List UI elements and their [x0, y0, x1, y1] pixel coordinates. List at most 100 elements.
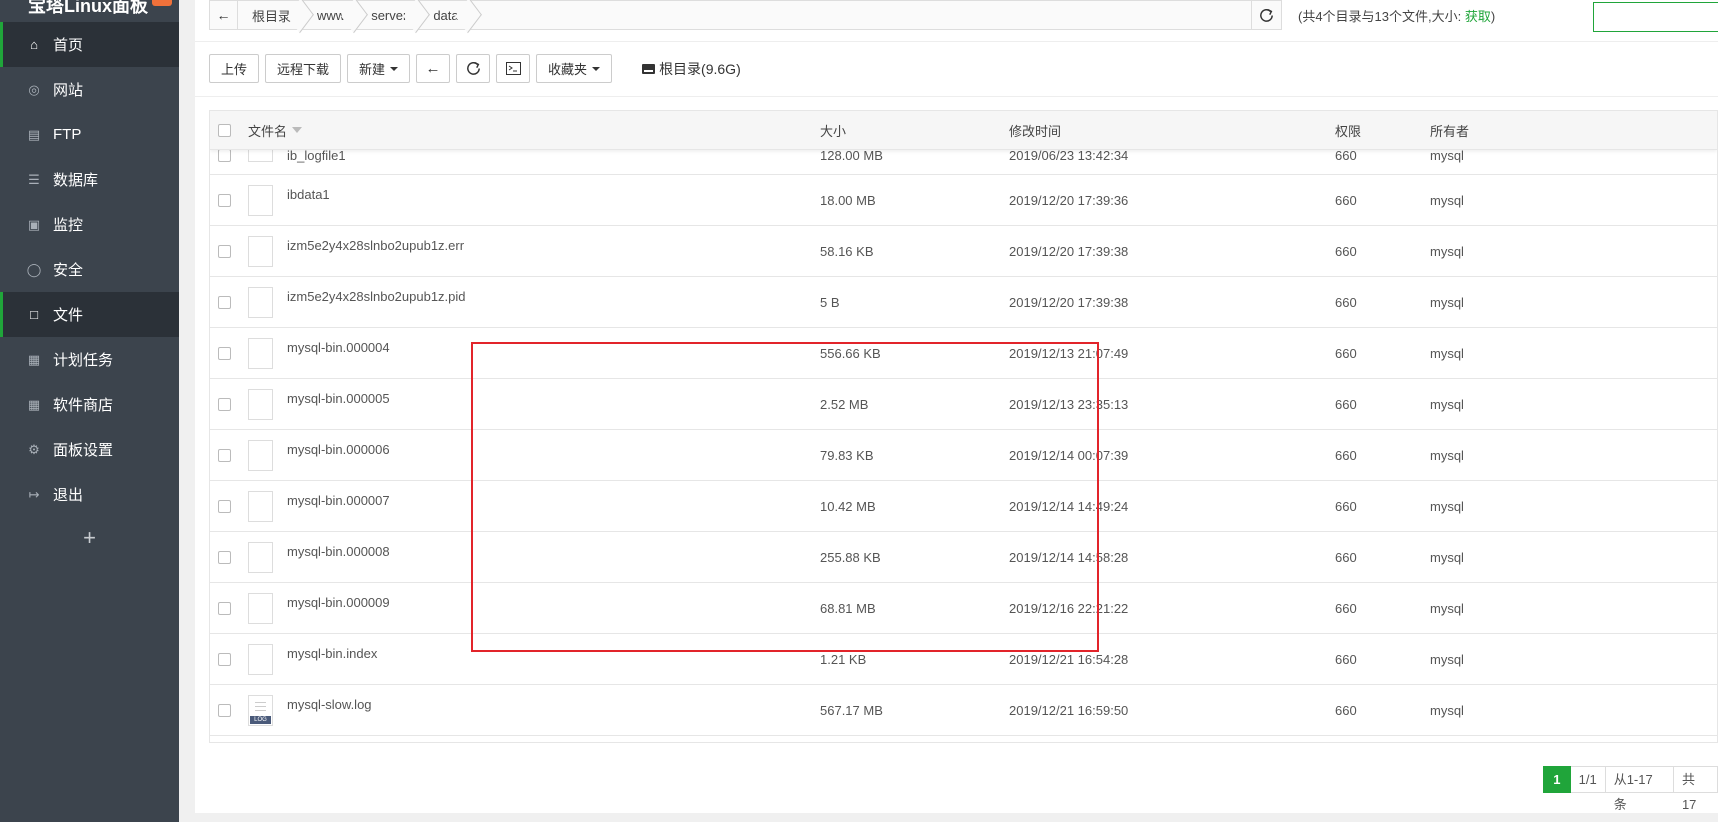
file-permission[interactable]: 660	[1335, 550, 1430, 565]
file-permission[interactable]: 660	[1335, 397, 1430, 412]
file-name[interactable]: mysql-bin.000006	[287, 442, 390, 457]
disk-selector[interactable]: 根目录(9.6G)	[642, 59, 741, 79]
row-checkbox[interactable]	[218, 295, 231, 309]
file-name[interactable]: ib_logfile1	[287, 148, 346, 163]
page-current[interactable]: 1	[1543, 766, 1571, 793]
table-row[interactable]: izm5e2y4x28slnbo2upub1z.err 58.16 KB 2019/…	[210, 226, 1717, 277]
table-row[interactable]: mysql-bin.000009 68.81 MB 2019/12/16 22:21…	[210, 583, 1717, 634]
table-row[interactable]: LOG mysql-slow.log 567.17 MB 2019/12/21 16:…	[210, 685, 1717, 736]
file-name[interactable]: izm5e2y4x28slnbo2upub1z.pid	[287, 289, 466, 304]
sidebar-item-8[interactable]: ▦ 软件商店	[0, 382, 179, 427]
notification-badge[interactable]	[152, 0, 172, 6]
row-checkbox[interactable]	[218, 601, 231, 615]
table-row[interactable]: mysql-bin.index 1.21 KB 2019/12/21 16:54:2…	[210, 634, 1717, 685]
sidebar-item-7[interactable]: ▦ 计划任务	[0, 337, 179, 382]
sidebar-item-5[interactable]: ◯ 安全	[0, 247, 179, 292]
path-input-area[interactable]	[471, 1, 1251, 29]
table-row[interactable]: izm5e2y4x28slnbo2upub1z.pid 5 B 2019/12/20…	[210, 277, 1717, 328]
remote-download-button[interactable]: 远程下载	[265, 54, 342, 83]
file-name[interactable]: mysql-bin.000007	[287, 493, 390, 508]
row-checkbox[interactable]	[218, 550, 231, 564]
path-back-button[interactable]: ←	[210, 1, 238, 29]
sidebar-item-0[interactable]: ⌂ 首页	[0, 22, 179, 67]
file-owner[interactable]: mysql	[1430, 193, 1630, 208]
row-checkbox[interactable]	[218, 703, 231, 717]
row-checkbox[interactable]	[218, 149, 231, 162]
sidebar-item-9[interactable]: ⚙ 面板设置	[0, 427, 179, 472]
favorites-button[interactable]: 收藏夹	[536, 54, 613, 83]
file-name[interactable]: ibdata1	[287, 187, 330, 202]
row-checkbox[interactable]	[218, 448, 231, 462]
file-name[interactable]: mysql-bin.000008	[287, 544, 390, 559]
refresh-button[interactable]	[456, 54, 491, 83]
file-owner[interactable]: mysql	[1430, 295, 1630, 310]
file-permission[interactable]: 660	[1335, 652, 1430, 667]
file-permission[interactable]: 660	[1335, 499, 1430, 514]
add-menu-button[interactable]: +	[0, 515, 179, 561]
new-button[interactable]: 新建	[347, 54, 411, 83]
row-checkbox[interactable]	[218, 499, 231, 513]
caret-down-icon	[592, 66, 601, 71]
sidebar-item-10[interactable]: ↦ 退出	[0, 472, 179, 517]
table-row[interactable]: mysql-bin.000005 2.52 MB 2019/12/13 23:35:…	[210, 379, 1717, 430]
path-refresh-button[interactable]	[1251, 1, 1281, 29]
file-name[interactable]: izm5e2y4x28slnbo2upub1z.err	[287, 238, 464, 253]
file-owner[interactable]: mysql	[1430, 148, 1630, 163]
file-permission[interactable]: 660	[1335, 601, 1430, 616]
table-row[interactable]: mysql-bin.000008 255.88 KB 2019/12/14 14:5…	[210, 532, 1717, 583]
header-time[interactable]: 修改时间	[1009, 121, 1335, 140]
row-checkbox[interactable]	[218, 397, 231, 411]
sidebar: 宝塔Linux面板 ⌂ 首页 ◎ 网站 ▤ FTP ☰ 数据库 ▣ 监控 ◯ 安全 □ 文件 ▦ 计划任务 ▦ 软…	[0, 0, 179, 822]
table-row[interactable]: ibdata1 18.00 MB 2019/12/20 17:39:36 660 mys…	[210, 175, 1717, 226]
sidebar-item-4[interactable]: ▣ 监控	[0, 202, 179, 247]
row-checkbox[interactable]	[218, 244, 231, 258]
dir-info-text: (共4个目录与13个文件,大小:	[1298, 9, 1462, 24]
breadcrumb-label: server	[371, 7, 408, 23]
file-permission[interactable]: 660	[1335, 448, 1430, 463]
breadcrumb-root[interactable]: 根目录	[238, 1, 303, 29]
sidebar-item-6[interactable]: □ 文件	[0, 292, 179, 337]
row-checkbox[interactable]	[218, 193, 231, 207]
table-row[interactable]: mysql-bin.000007 10.42 MB 2019/12/14 14:49…	[210, 481, 1717, 532]
header-name[interactable]: 文件名	[248, 121, 820, 140]
disk-label: 根目录(9.6G)	[659, 60, 741, 77]
get-size-link[interactable]: 获取	[1465, 9, 1491, 24]
file-search-input[interactable]	[1593, 2, 1718, 32]
file-owner[interactable]: mysql	[1430, 448, 1630, 463]
file-permission[interactable]: 660	[1335, 148, 1430, 163]
file-permission[interactable]: 660	[1335, 244, 1430, 259]
file-name[interactable]: mysql-bin.000009	[287, 595, 390, 610]
sidebar-item-1[interactable]: ◎ 网站	[0, 67, 179, 112]
file-permission[interactable]: 660	[1335, 193, 1430, 208]
file-owner[interactable]: mysql	[1430, 397, 1630, 412]
terminal-button[interactable]	[496, 54, 531, 83]
back-button[interactable]: ←	[416, 54, 451, 83]
file-size: 255.88 KB	[820, 549, 881, 565]
logo: 宝塔Linux面板	[28, 0, 148, 16]
file-name[interactable]: mysql-slow.log	[287, 697, 372, 712]
file-owner[interactable]: mysql	[1430, 499, 1630, 514]
file-name[interactable]: mysql-bin.000005	[287, 391, 390, 406]
file-owner[interactable]: mysql	[1430, 601, 1630, 616]
file-permission[interactable]: 660	[1335, 703, 1430, 718]
header-size[interactable]: 大小	[820, 121, 1009, 140]
row-checkbox[interactable]	[218, 346, 231, 360]
file-owner[interactable]: mysql	[1430, 550, 1630, 565]
row-checkbox[interactable]	[218, 652, 231, 666]
file-owner[interactable]: mysql	[1430, 244, 1630, 259]
file-permission[interactable]: 660	[1335, 346, 1430, 361]
sidebar-item-2[interactable]: ▤ FTP	[0, 112, 179, 157]
table-row[interactable]: mysql-bin.000006 79.83 KB 2019/12/14 00:07…	[210, 430, 1717, 481]
file-name[interactable]: mysql-bin.000004	[287, 340, 390, 355]
upload-button[interactable]: 上传	[209, 54, 260, 83]
file-permission[interactable]: 660	[1335, 295, 1430, 310]
sidebar-item-3[interactable]: ☰ 数据库	[0, 157, 179, 202]
file-owner[interactable]: mysql	[1430, 652, 1630, 667]
file-name[interactable]: mysql-bin.index	[287, 646, 377, 661]
table-row[interactable]: mysql-bin.000004 556.66 KB 2019/12/13 21:0…	[210, 328, 1717, 379]
select-all-checkbox[interactable]	[218, 123, 231, 137]
sidebar-item-label: 文件	[53, 307, 84, 324]
monitor-icon: ▣	[27, 216, 41, 232]
file-owner[interactable]: mysql	[1430, 346, 1630, 361]
file-owner[interactable]: mysql	[1430, 703, 1630, 718]
